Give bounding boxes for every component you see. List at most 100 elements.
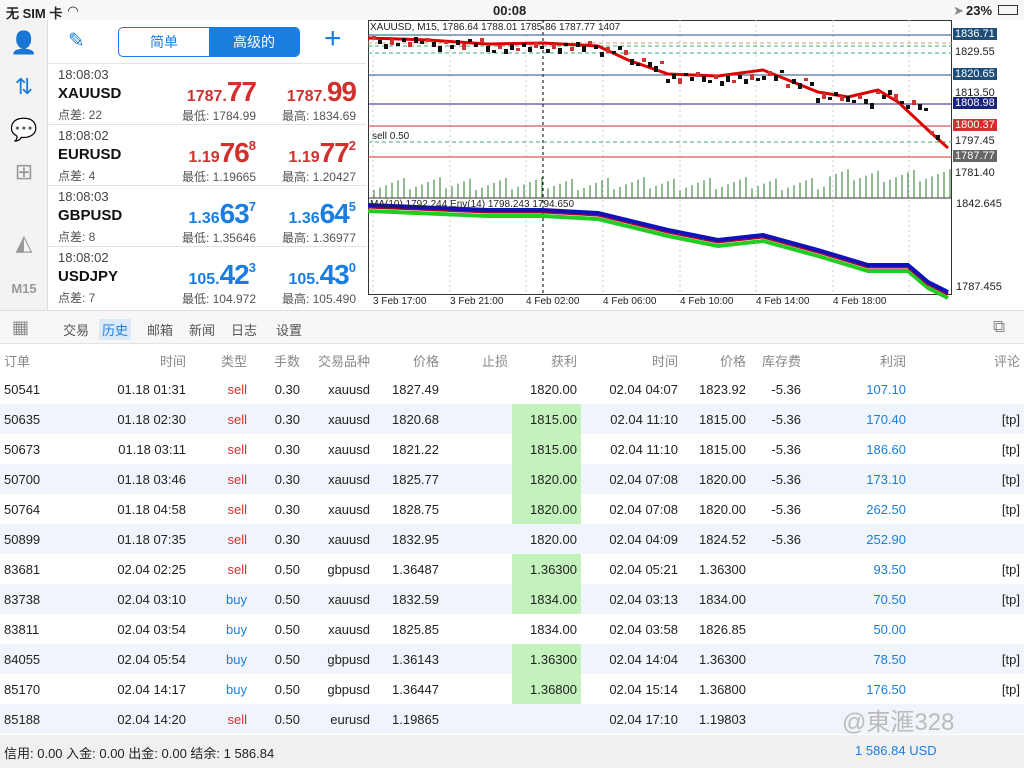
ask-price[interactable]: 1787.99 [287, 76, 357, 108]
candle [642, 58, 646, 62]
header-take-profit[interactable]: 获利 [551, 351, 577, 370]
cell-order-id: 50673 [4, 442, 41, 457]
price-main: 77 [226, 76, 257, 107]
candle [834, 92, 838, 96]
cell-close-price: 1.36800 [699, 682, 746, 697]
header-profit[interactable]: 利润 [880, 351, 906, 370]
cell-close-time: 02.04 15:14 [609, 682, 678, 697]
tab-simple[interactable]: 简单 [119, 28, 209, 56]
price-chart[interactable]: XAUUSD, M15, 1786.64 1788.01 1785.86 178… [367, 20, 1024, 310]
table-row[interactable]: 50700 01.18 03:46 sell 0.30 xauusd 1825.77 182… [0, 464, 1024, 494]
cell-close-time: 02.04 04:07 [609, 382, 678, 397]
quote-row[interactable]: 18:08:03 XAUUSD 点差: 22 1787.77 1787.99 最… [48, 63, 366, 124]
header-volume[interactable]: 手数 [274, 351, 300, 370]
header-open-time[interactable]: 时间 [160, 351, 186, 370]
indicator-header: MA(10) 1792.244 Env(14) 1798.243 1794.65… [370, 199, 575, 210]
cell-open-price: 1832.95 [392, 532, 439, 547]
tab-3[interactable]: 新闻 [186, 319, 218, 340]
header-close-price[interactable]: 价格 [720, 351, 746, 370]
header-stop-loss[interactable]: 止损 [482, 351, 508, 370]
price-main: 42 [219, 259, 250, 290]
ask-price[interactable]: 1.36645 [288, 198, 356, 230]
table-row[interactable]: 83738 02.04 03:10 buy 0.50 xauusd 1832.59 1834… [0, 584, 1024, 614]
header-type[interactable]: 类型 [221, 351, 247, 370]
quote-row[interactable]: 18:08:03 GBPUSD 点差: 8 1.36637 1.36645 最低… [48, 185, 366, 246]
price-sup: 7 [248, 199, 256, 214]
tab-0[interactable]: 交易 [60, 319, 92, 340]
candle [864, 99, 868, 104]
ask-price[interactable]: 1.19772 [288, 137, 356, 169]
tab-2[interactable]: 邮箱 [144, 319, 176, 340]
cell-comment: [tp] [1001, 472, 1020, 487]
chart-canvas[interactable] [367, 20, 1024, 310]
cell-order-id: 50764 [4, 502, 41, 517]
candle [612, 51, 616, 54]
chat-icon[interactable]: 💬 [8, 115, 40, 145]
bid-price[interactable]: 1.19768 [188, 137, 256, 169]
candle [816, 98, 820, 103]
account-icon[interactable]: 👤 [8, 28, 40, 58]
edit-icon[interactable]: ✎ [68, 28, 85, 53]
candle [444, 41, 448, 44]
header-order-id[interactable]: 订单 [4, 351, 30, 370]
cell-open-time: 02.04 05:54 [117, 652, 186, 667]
tab-1[interactable]: 历史 [99, 319, 132, 340]
candle [408, 42, 412, 47]
tab-5[interactable]: 设置 [273, 319, 305, 340]
candle [750, 74, 754, 80]
quote-time: 18:08:02 [58, 250, 109, 265]
layout-icon[interactable]: ⧉ [993, 317, 1005, 337]
quote-row[interactable]: 18:08:02 USDJPY 点差: 7 105.423 105.430 最低… [48, 246, 366, 307]
table-row[interactable]: 50541 01.18 01:31 sell 0.30 xauusd 1827.49 182… [0, 374, 1024, 404]
bid-price[interactable]: 105.423 [188, 259, 256, 291]
cell-take-profit: 1815.00 [530, 412, 577, 427]
table-row[interactable]: 83811 02.04 03:54 buy 0.50 xauusd 1825.85 1834… [0, 614, 1024, 644]
candle [720, 81, 724, 86]
cell-open-price: 1.19865 [392, 712, 439, 727]
header-open-price[interactable]: 价格 [413, 351, 439, 370]
new-order-icon[interactable]: ⊞ [8, 157, 40, 187]
time-axis-label: 4 Feb 10:00 [680, 296, 734, 307]
table-row[interactable]: 50635 01.18 02:30 sell 0.30 xauusd 1820.68 181… [0, 404, 1024, 434]
candle [426, 38, 430, 42]
table-row[interactable]: 50764 01.18 04:58 sell 0.30 xauusd 1828.75 182… [0, 494, 1024, 524]
timeframe-button[interactable]: M15 [8, 273, 40, 303]
header-close-time[interactable]: 时间 [652, 351, 678, 370]
candle [546, 49, 550, 53]
cell-symbol: xauusd [328, 442, 370, 457]
header-symbol[interactable]: 交易品种 [318, 351, 370, 370]
quotes-icon[interactable]: ⇅ [8, 72, 40, 102]
bid-price[interactable]: 1.36637 [188, 198, 256, 230]
quote-time: 18:08:02 [58, 128, 109, 143]
cell-close-time: 02.04 05:21 [609, 562, 678, 577]
objects-icon[interactable]: ◭ [8, 228, 40, 258]
table-row[interactable]: 85170 02.04 14:17 buy 0.50 gbpusd 1.36447 1.36… [0, 674, 1024, 704]
quote-low: 最低: 1.19665 [181, 170, 256, 184]
bid-price[interactable]: 1787.77 [187, 76, 257, 108]
cell-open-time: 01.18 02:30 [117, 412, 186, 427]
candle [402, 38, 406, 42]
ask-price[interactable]: 105.430 [288, 259, 356, 291]
candle [666, 79, 670, 83]
table-row[interactable]: 84055 02.04 05:54 buy 0.50 gbpusd 1.36143 1.36… [0, 644, 1024, 674]
cell-type: sell [227, 412, 247, 427]
calendar-icon[interactable]: ▦ [12, 317, 29, 338]
tab-advanced[interactable]: 高级的 [209, 28, 299, 56]
cell-order-id: 50541 [4, 382, 41, 397]
candle [498, 45, 502, 49]
cell-take-profit: 1.36800 [530, 682, 577, 697]
table-row[interactable]: 83681 02.04 02:25 sell 0.50 gbpusd 1.36487 1.3… [0, 554, 1024, 584]
quote-row[interactable]: 18:08:02 EURUSD 点差: 4 1.19768 1.19772 最低… [48, 124, 366, 185]
header-comment[interactable]: 评论 [994, 351, 1020, 370]
tab-4[interactable]: 日志 [228, 319, 260, 340]
candle [810, 82, 814, 86]
table-row[interactable]: 50673 01.18 03:11 sell 0.30 xauusd 1821.22 181… [0, 434, 1024, 464]
quote-low: 最低: 1.35646 [181, 231, 256, 245]
cell-close-price: 1.36300 [699, 652, 746, 667]
add-symbol-button[interactable]: + [324, 22, 342, 56]
candle [738, 75, 742, 79]
header-swap[interactable]: 库存费 [762, 351, 801, 370]
cell-profit: 173.10 [866, 472, 906, 487]
table-row[interactable]: 50899 01.18 07:35 sell 0.30 xauusd 1832.95 182… [0, 524, 1024, 554]
price-axis-label: 1808.98 [953, 97, 997, 109]
